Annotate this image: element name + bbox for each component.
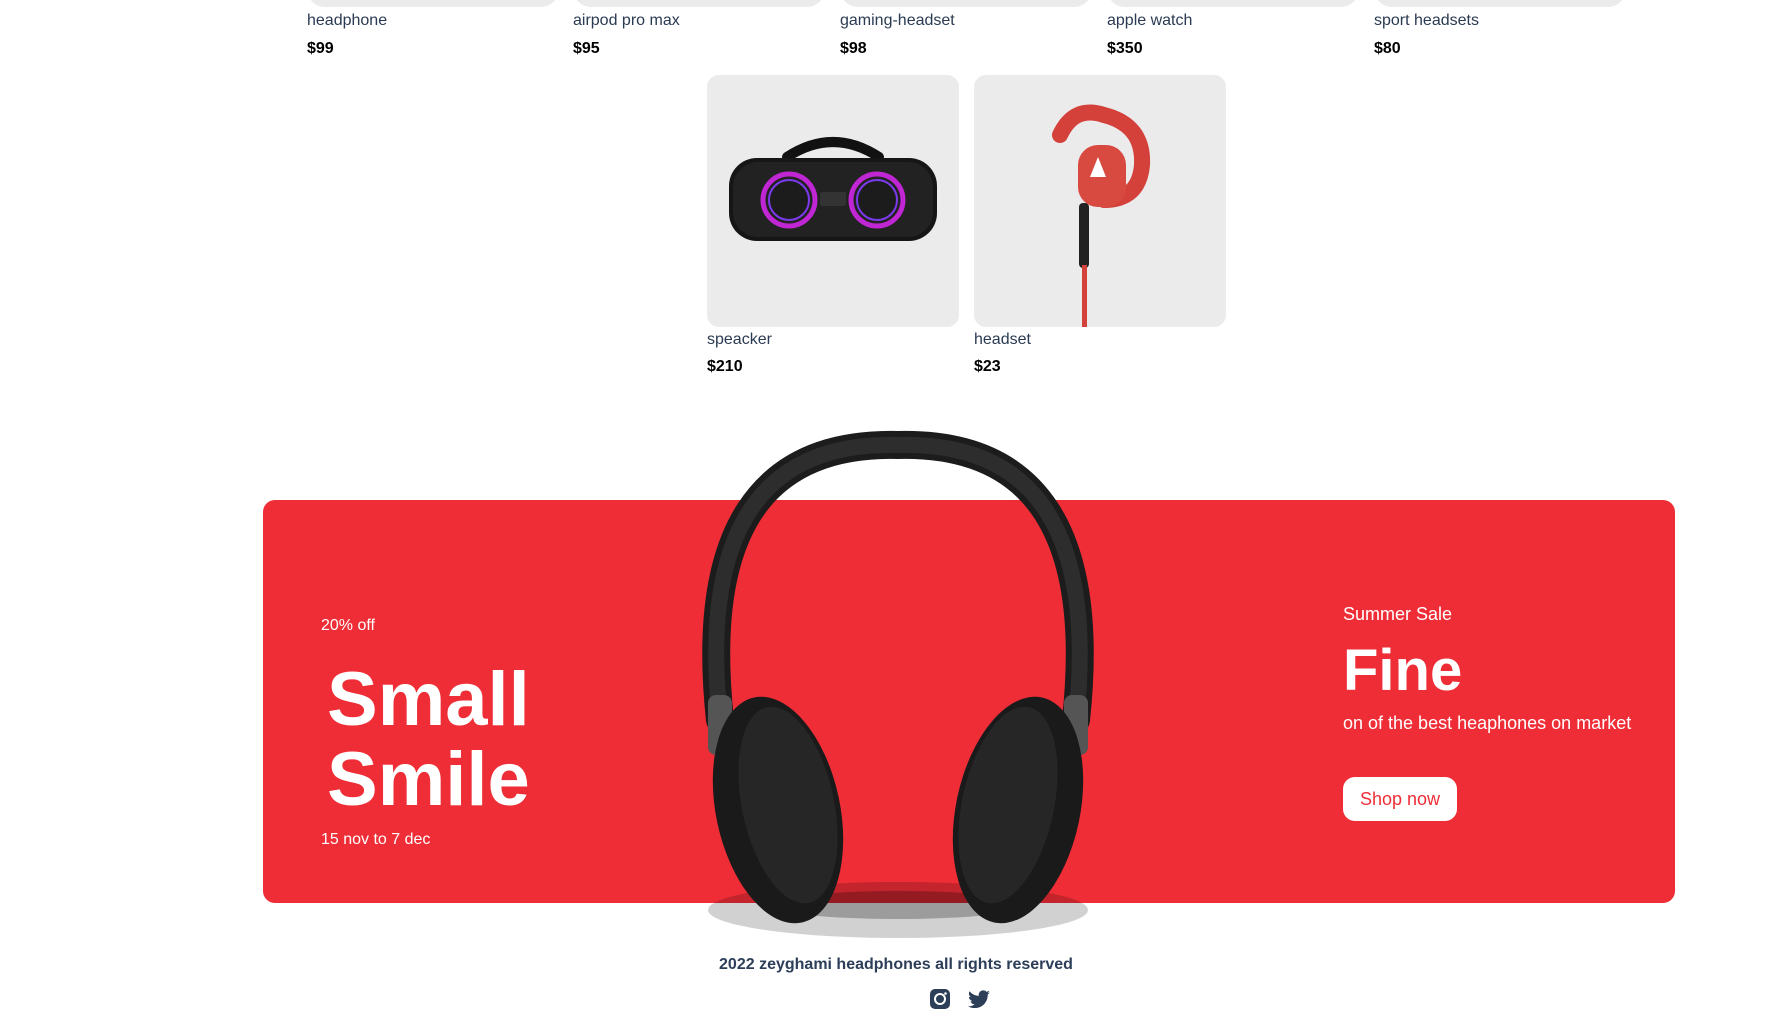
footer-copyright: 2022 zeyghami headphones all rights rese…: [719, 956, 1073, 973]
product-image-headset: [974, 75, 1226, 327]
product-image: [307, 0, 559, 7]
product-name: sport headsets: [1374, 12, 1479, 29]
product-card[interactable]: headset $23: [974, 75, 1226, 385]
product-image: [573, 0, 825, 7]
product-name: gaming-headset: [840, 12, 955, 29]
earphone-icon: [1052, 104, 1151, 327]
product-image: [840, 0, 1092, 7]
sale-label: Summer Sale: [1343, 604, 1453, 624]
product-price: $350: [1107, 40, 1143, 57]
product-price: $98: [840, 40, 867, 57]
discount-label: 20% off: [321, 617, 375, 634]
banner-headline-line1: Small: [327, 657, 530, 742]
product-image-speaker: [707, 75, 959, 327]
product-price: $23: [974, 358, 1001, 375]
product-card[interactable]: sport headsets $80: [1374, 0, 1626, 60]
product-price: $210: [707, 358, 743, 375]
speaker-icon: [729, 137, 937, 241]
product-price: $99: [307, 40, 334, 57]
product-name: apple watch: [1107, 12, 1193, 29]
sale-description: on of the best heaphones on market: [1343, 713, 1632, 733]
product-price: $95: [573, 40, 600, 57]
product-card[interactable]: gaming-headset $98: [840, 0, 1092, 60]
sale-title: Fine: [1343, 638, 1463, 703]
product-card[interactable]: airpod pro max $95: [573, 0, 825, 60]
product-name: airpod pro max: [573, 12, 680, 29]
product-card[interactable]: headphone $99: [307, 0, 559, 60]
product-name: speacker: [707, 331, 772, 348]
product-name: headphone: [307, 12, 388, 29]
product-image: [1374, 0, 1626, 7]
product-card[interactable]: speacker $210: [707, 75, 959, 385]
product-image: [1107, 0, 1359, 7]
twitter-icon[interactable]: [967, 987, 991, 1011]
product-price: $80: [1374, 40, 1401, 57]
instagram-icon[interactable]: [928, 987, 952, 1011]
product-name: headset: [974, 331, 1031, 348]
banner-headline-line2: Smile: [327, 737, 530, 822]
sale-dates: 15 nov to 7 dec: [321, 831, 431, 848]
headphone-image: [702, 430, 1094, 938]
product-card[interactable]: apple watch $350: [1107, 0, 1359, 60]
shop-now-button[interactable]: Shop now: [1343, 777, 1457, 821]
